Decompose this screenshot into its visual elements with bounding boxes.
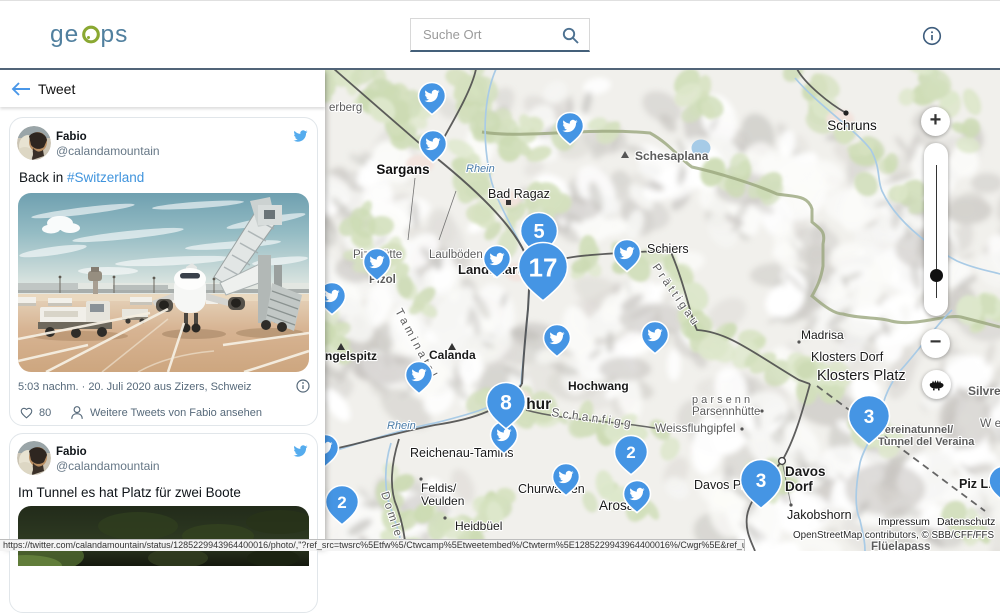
svg-text:Davos: Davos [785, 464, 826, 479]
svg-text:Klosters Dorf: Klosters Dorf [811, 350, 884, 364]
svg-text:OpenStreetMap contributors, ©: OpenStreetMap contributors, © SBB/CFF/FF… [793, 530, 995, 541]
svg-text:Davos Pl: Davos Pl [694, 478, 744, 492]
svg-text:p a r s e n n: p a r s e n n [692, 394, 750, 406]
svg-text:Veulden: Veulden [421, 494, 464, 508]
svg-text:8: 8 [500, 392, 512, 415]
svg-text:Schruns: Schruns [827, 118, 877, 133]
svg-text:Dorf: Dorf [785, 479, 813, 494]
svg-text:Schiers: Schiers [647, 242, 689, 256]
svg-text:Hochwang: Hochwang [568, 379, 629, 393]
svg-text:Rhein: Rhein [466, 163, 495, 175]
svg-text:Feldis/: Feldis/ [421, 481, 457, 495]
svg-text:Flüelapass: Flüelapass [871, 541, 930, 551]
svg-text:Vereinatunnel/: Vereinatunnel/ [878, 424, 953, 436]
svg-text:Parsennhütte: Parsennhütte [692, 406, 760, 418]
svg-text:2: 2 [337, 493, 346, 512]
svg-text:2: 2 [626, 443, 635, 462]
svg-text:Datenschutz: Datenschutz [937, 516, 995, 528]
svg-text:Madrisa: Madrisa [801, 328, 844, 342]
svg-text:17: 17 [529, 252, 558, 282]
svg-text:3: 3 [756, 471, 767, 492]
svg-text:Calanda: Calanda [429, 348, 476, 362]
svg-text:Heidbüel: Heidbüel [455, 519, 502, 533]
svg-text:Weissfluhgipfel: Weissfluhgipfel [655, 421, 735, 435]
svg-text:Klosters Platz: Klosters Platz [817, 368, 906, 384]
svg-text:Sargans: Sargans [376, 162, 429, 177]
svg-text:Tunnel del Veraina: Tunnel del Veraina [878, 436, 975, 448]
svg-text:Schesaplana: Schesaplana [635, 149, 709, 163]
svg-text:Rhein: Rhein [387, 420, 416, 432]
svg-text:Laulböden: Laulböden [429, 249, 483, 261]
svg-text:Silvrett: Silvrett [968, 384, 1000, 398]
svg-text:Bad Ragaz: Bad Ragaz [488, 187, 550, 201]
svg-text:ge: ge [50, 21, 79, 48]
svg-text:Impressum: Impressum [878, 516, 930, 528]
svg-text:3: 3 [864, 407, 875, 428]
svg-text:ngelspitz: ngelspitz [325, 349, 377, 363]
svg-text:5: 5 [533, 221, 544, 243]
svg-text:W e: W e [980, 416, 1000, 430]
svg-text:erberg: erberg [329, 102, 362, 114]
svg-text:Jakobshorn: Jakobshorn [787, 508, 852, 522]
svg-text:ps: ps [101, 21, 129, 48]
